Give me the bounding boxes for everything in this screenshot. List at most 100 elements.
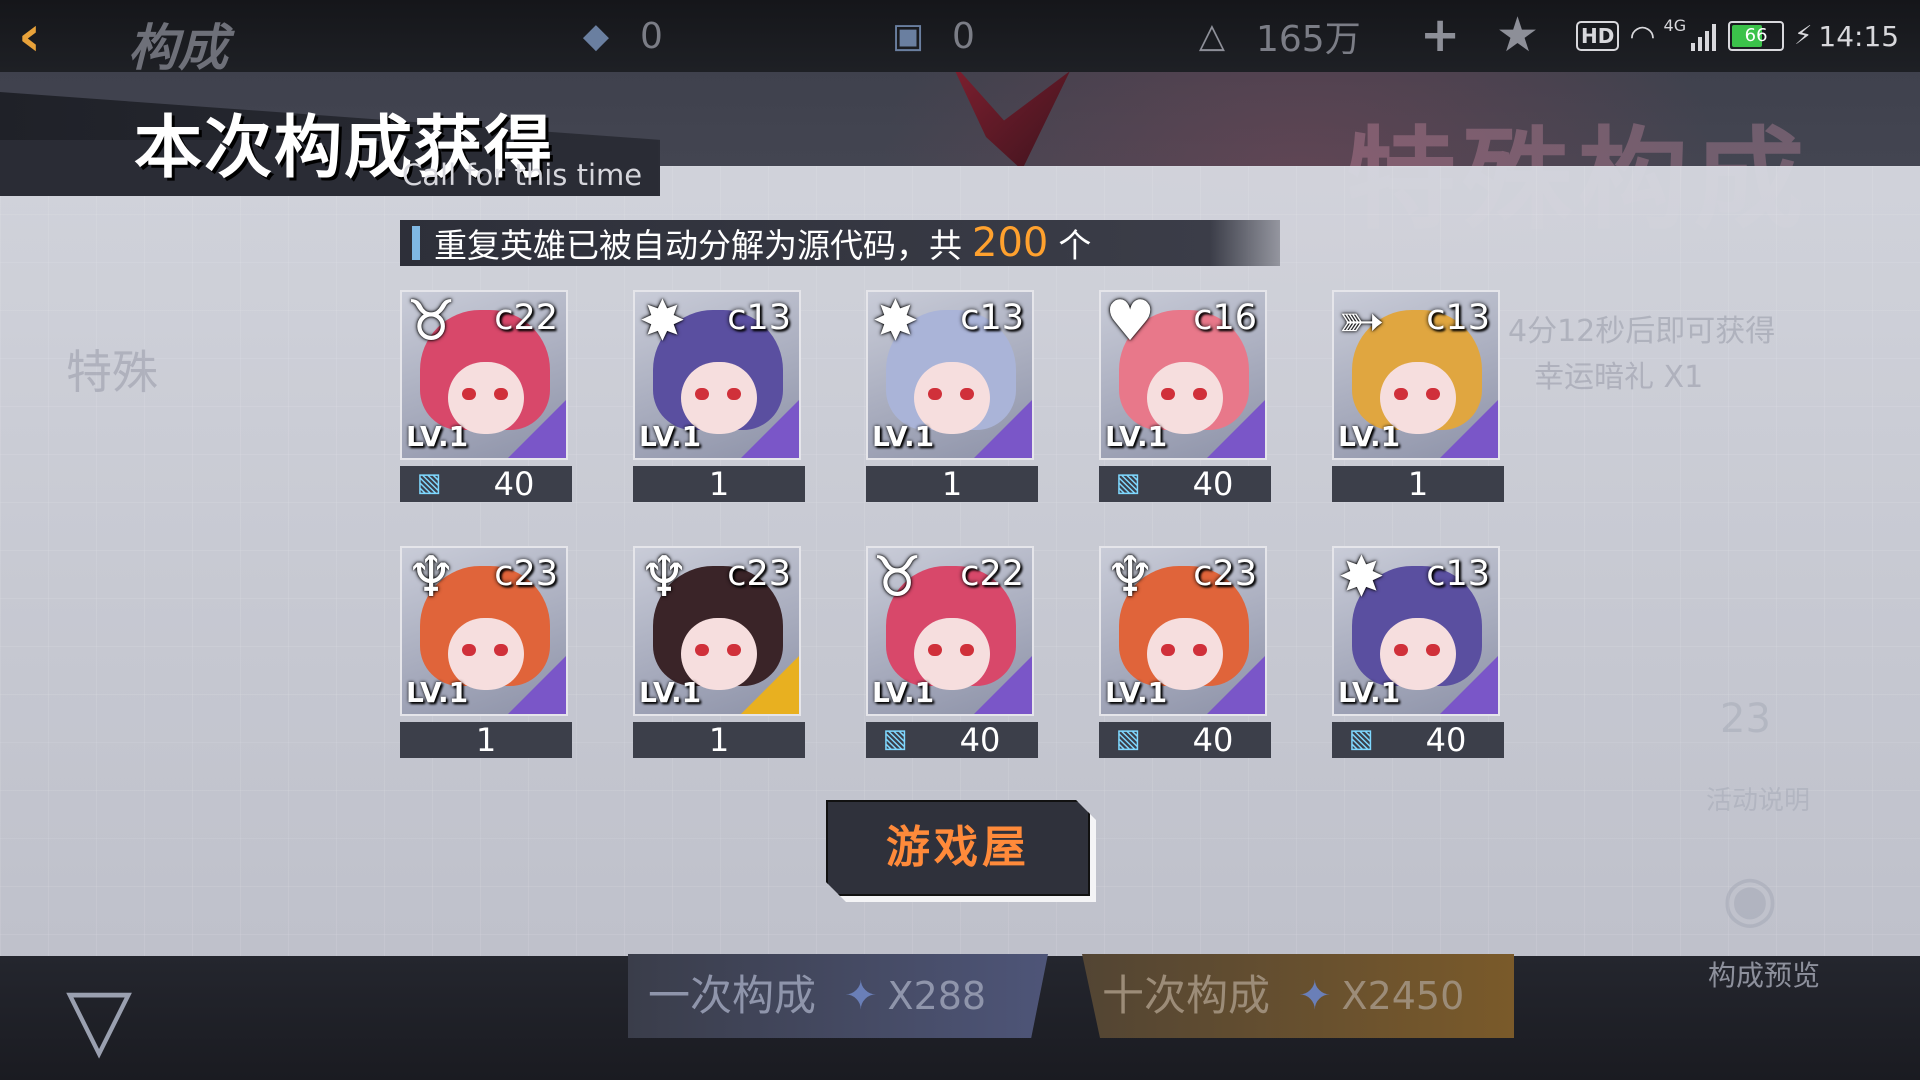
hero-card[interactable]: ➳ c13 LV.1 1: [1332, 290, 1504, 502]
shuriken-icon: ✸: [639, 290, 686, 354]
hero-card[interactable]: ✸ c13 LV.1 ▧ 40: [1332, 546, 1504, 758]
hero-code: c22: [960, 554, 1024, 594]
hero-card[interactable]: ✸ c13 LV.1 1: [866, 290, 1038, 502]
hero-eye: [928, 388, 942, 400]
hero-level: LV.1: [872, 676, 935, 709]
hero-count-bar: 1: [633, 722, 805, 758]
hero-eye: [494, 644, 508, 656]
ten-cost-value: X2450: [1341, 974, 1465, 1018]
hero-level: LV.1: [1338, 676, 1401, 709]
hero-count-bar: ▧ 40: [1099, 466, 1271, 502]
hero-count: 1: [475, 721, 497, 759]
status-bar: HD ◠ 4G 66 ⚡ 14:15: [1576, 16, 1899, 56]
hero-level: LV.1: [639, 420, 702, 453]
plus-icon[interactable]: +: [1420, 10, 1460, 60]
hero-count-bar: 1: [866, 466, 1038, 502]
hero-card[interactable]: ♆ c23 LV.1 ▧ 40: [1099, 546, 1271, 758]
hero-count-bar: 1: [400, 722, 572, 758]
rarity-corner: [1440, 400, 1498, 458]
hero-card[interactable]: ♉ c22 LV.1 ▧ 40: [866, 546, 1038, 758]
hero-code: c23: [494, 554, 558, 594]
hero-count-bar: ▧ 40: [400, 466, 572, 502]
hero-code: c22: [494, 298, 558, 338]
rarity-corner: [974, 656, 1032, 714]
crystal-resource: ◆ 0: [576, 14, 663, 58]
ten-summon-button[interactable]: 十次构成 ✦ X2450: [1082, 954, 1514, 1038]
hero-level: LV.1: [872, 420, 935, 453]
hero-eye: [1161, 644, 1175, 656]
star-currency-icon: ✦: [1298, 973, 1332, 1019]
hero-count-bar: ▧ 40: [1332, 722, 1504, 758]
hero-eye: [1426, 388, 1440, 400]
crystal-count: 0: [640, 15, 663, 57]
summon-preview-button[interactable]: 构成预览: [1676, 956, 1852, 996]
heart-wings-icon: ♥: [1105, 290, 1156, 354]
hero-count-bar: ▧ 40: [866, 722, 1038, 758]
hero-count: 1: [708, 721, 730, 759]
hero-eye: [695, 644, 709, 656]
single-summon-label: 一次构成: [648, 971, 817, 1020]
trident-icon: ♆: [639, 546, 690, 610]
hero-eye: [1193, 388, 1207, 400]
game-logo-icon: ▽: [66, 969, 133, 1069]
demon-horns-icon: ♉: [872, 546, 923, 610]
hero-count: 1: [1407, 465, 1429, 503]
notice-prefix: 重复英雄已被自动分解为源代码，共: [434, 226, 962, 265]
hero-portrait: ♥ c16 LV.1: [1099, 290, 1267, 460]
hero-eye: [928, 644, 942, 656]
hero-count: 40: [959, 721, 1001, 759]
hero-eye: [462, 388, 476, 400]
hero-count: 1: [708, 465, 730, 503]
cube-resource: ▣ 0: [888, 14, 975, 58]
hero-portrait: ♆ c23 LV.1: [400, 546, 568, 716]
hero-count: 40: [1425, 721, 1467, 759]
hero-count: 40: [493, 465, 535, 503]
battery-icon: 66: [1728, 21, 1785, 51]
clock: 14:15: [1818, 19, 1900, 53]
hero-card[interactable]: ♥ c16 LV.1 ▧ 40: [1099, 290, 1271, 502]
star-emblem-icon[interactable]: ★: [1496, 10, 1539, 60]
eye-icon: ◉: [1722, 862, 1778, 936]
hero-portrait: ♆ c23 LV.1: [1099, 546, 1267, 716]
rarity-corner: [741, 656, 799, 714]
hero-card[interactable]: ♆ c23 LV.1 1: [400, 546, 572, 758]
notice-count: 200: [972, 220, 1049, 266]
hero-code: c23: [727, 554, 791, 594]
rarity-corner: [974, 400, 1032, 458]
hero-portrait: ✸ c13 LV.1: [1332, 546, 1500, 716]
game-house-button[interactable]: 游戏屋: [826, 800, 1090, 896]
ten-summon-cost: ✦ X2450: [1298, 954, 1464, 1038]
back-arrow-icon[interactable]: ‹: [18, 9, 68, 65]
single-summon-cost: ✦ X288: [844, 954, 986, 1038]
hero-card[interactable]: ♆ c23 LV.1 1: [633, 546, 805, 758]
result-subtitle: Call for this time: [402, 158, 643, 192]
charging-icon: ⚡: [1794, 21, 1813, 51]
hero-eye: [960, 388, 974, 400]
notice-accent: [412, 226, 420, 260]
hero-level: LV.1: [1105, 676, 1168, 709]
hero-eye: [1426, 644, 1440, 656]
hero-eye: [1394, 388, 1408, 400]
shuriken-icon: ✸: [1338, 546, 1385, 610]
page-title: 构成: [128, 19, 228, 77]
hero-level: LV.1: [639, 676, 702, 709]
hero-grid: ♉ c22 LV.1 ▧ 40 ✸ c13 LV.1 1 ✸ c13 LV.1 …: [400, 290, 1520, 760]
hero-eye: [1193, 644, 1207, 656]
hero-count-bar: ▧ 40: [1099, 722, 1271, 758]
hero-eye: [494, 388, 508, 400]
hero-code: c13: [727, 298, 791, 338]
timer-ghost: 4分12秒后即可获得: [1508, 314, 1776, 349]
hero-card[interactable]: ♉ c22 LV.1 ▧ 40: [400, 290, 572, 502]
hero-count: 40: [1192, 721, 1234, 759]
hero-portrait: ✸ c13 LV.1: [633, 290, 801, 460]
cube-icon: ▣: [891, 16, 925, 56]
single-summon-button[interactable]: 一次构成 ✦ X288: [628, 954, 1048, 1038]
trident-icon: ♆: [1105, 546, 1156, 610]
hero-card[interactable]: ✸ c13 LV.1 1: [633, 290, 805, 502]
hero-level: LV.1: [406, 676, 469, 709]
hero-eye: [1161, 388, 1175, 400]
duplicate-notice: 重复英雄已被自动分解为源代码，共 200 个: [400, 220, 1280, 266]
signal-icon: [1688, 21, 1717, 51]
hero-portrait: ♉ c22 LV.1: [400, 290, 568, 460]
single-cost-value: X288: [887, 974, 987, 1018]
